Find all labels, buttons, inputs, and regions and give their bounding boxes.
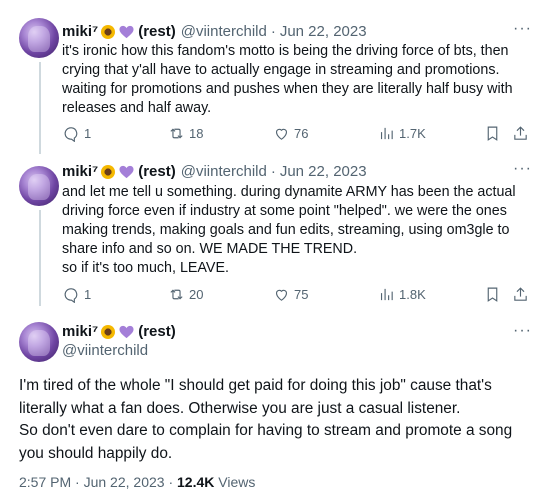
main-handle[interactable]: @viinterchild [62,342,148,359]
tweet-text: it's ironic how this fandom's motto is b… [62,43,513,116]
reply-button[interactable]: 1 [63,286,91,303]
avatar[interactable] [19,18,59,58]
reply-count: 1 [84,126,92,141]
tweet-header: miki⁷ (rest) @viinterchild · Jun 22, 202… [62,22,367,42]
share-icon [514,287,527,301]
action-bar: 1 18 76 1.7K [60,125,530,145]
view-count: 12.4K [177,474,215,490]
tweet-header: miki⁷ (rest) @viinterchild · Jun 22, 202… [62,162,367,182]
retweet-button[interactable]: 18 [168,125,203,142]
more-options-button[interactable]: ··· [513,322,532,340]
like-count: 76 [294,126,309,141]
tweet-2[interactable]: miki⁷ (rest) @viinterchild · Jun 22, 202… [0,156,546,306]
display-name[interactable]: miki⁷ [62,22,98,42]
views-button[interactable]: 1.7K [378,125,426,142]
share-icon [514,126,527,140]
share-button[interactable] [512,125,529,142]
display-name[interactable]: miki⁷ [62,162,98,182]
main-tweet-author: miki⁷ (rest) [62,323,176,340]
retweet-button[interactable]: 20 [168,286,203,303]
retweet-icon [170,289,183,300]
display-name[interactable]: miki⁷ [62,323,98,340]
share-button[interactable] [512,286,529,303]
heart-icon [275,128,288,140]
main-avatar[interactable] [19,322,59,362]
post-date[interactable]: Jun 22, 2023 [84,474,165,490]
tweet-1[interactable]: miki⁷ (rest) @viinterchild · Jun 22, 202… [0,0,546,156]
analytics-icon [380,288,393,301]
like-button[interactable]: 76 [273,125,308,142]
retweet-icon [170,128,183,139]
timestamp[interactable]: Jun 22, 2023 [280,22,367,42]
bookmark-button[interactable] [484,286,501,303]
retweet-count: 20 [189,287,204,302]
bookmark-button[interactable] [484,125,501,142]
purple-heart-icon [119,165,134,179]
views-button[interactable]: 1.8K [378,286,426,303]
retweet-count: 18 [189,126,204,141]
separator-dot: · [75,474,80,490]
tweet-meta: 2:57 PM · Jun 22, 2023 · 12.4K Views [19,474,255,490]
view-count: 1.7K [399,126,426,141]
sunflower-icon [101,324,116,339]
handle[interactable]: @viinterchild [181,162,267,182]
like-button[interactable]: 75 [273,286,308,303]
more-options-button[interactable]: ··· [513,20,532,38]
reply-icon [64,288,78,303]
name-suffix: (rest) [138,323,176,340]
avatar[interactable] [19,166,59,206]
thread-line [39,210,41,306]
sunflower-icon [101,165,116,179]
main-tweet-text: I'm tired of the whole "I should get pai… [19,377,513,462]
thread-line [39,62,41,154]
purple-heart-icon [119,325,134,338]
views-label: Views [218,474,256,490]
analytics-icon [380,127,393,140]
name-suffix: (rest) [138,23,176,40]
post-time[interactable]: 2:57 PM [19,474,71,490]
bookmark-icon [487,126,498,141]
purple-heart-icon [119,25,134,39]
view-count: 1.8K [399,287,426,302]
name-suffix: (rest) [138,163,176,180]
more-options-button[interactable]: ··· [513,160,532,178]
reply-button[interactable]: 1 [63,125,91,142]
reply-count: 1 [84,287,92,302]
heart-icon [275,289,288,301]
action-bar: 1 20 75 1.8K [60,286,530,306]
handle[interactable]: @viinterchild [181,22,267,42]
separator-dot: · [270,163,276,180]
like-count: 75 [294,287,309,302]
separator-dot: · [168,474,174,490]
reply-icon [64,127,78,142]
timestamp[interactable]: Jun 22, 2023 [280,162,367,182]
bookmark-icon [487,287,498,302]
tweet-text: and let me tell u something. during dyna… [62,184,516,276]
separator-dot: · [270,23,276,40]
sunflower-icon [101,25,116,39]
